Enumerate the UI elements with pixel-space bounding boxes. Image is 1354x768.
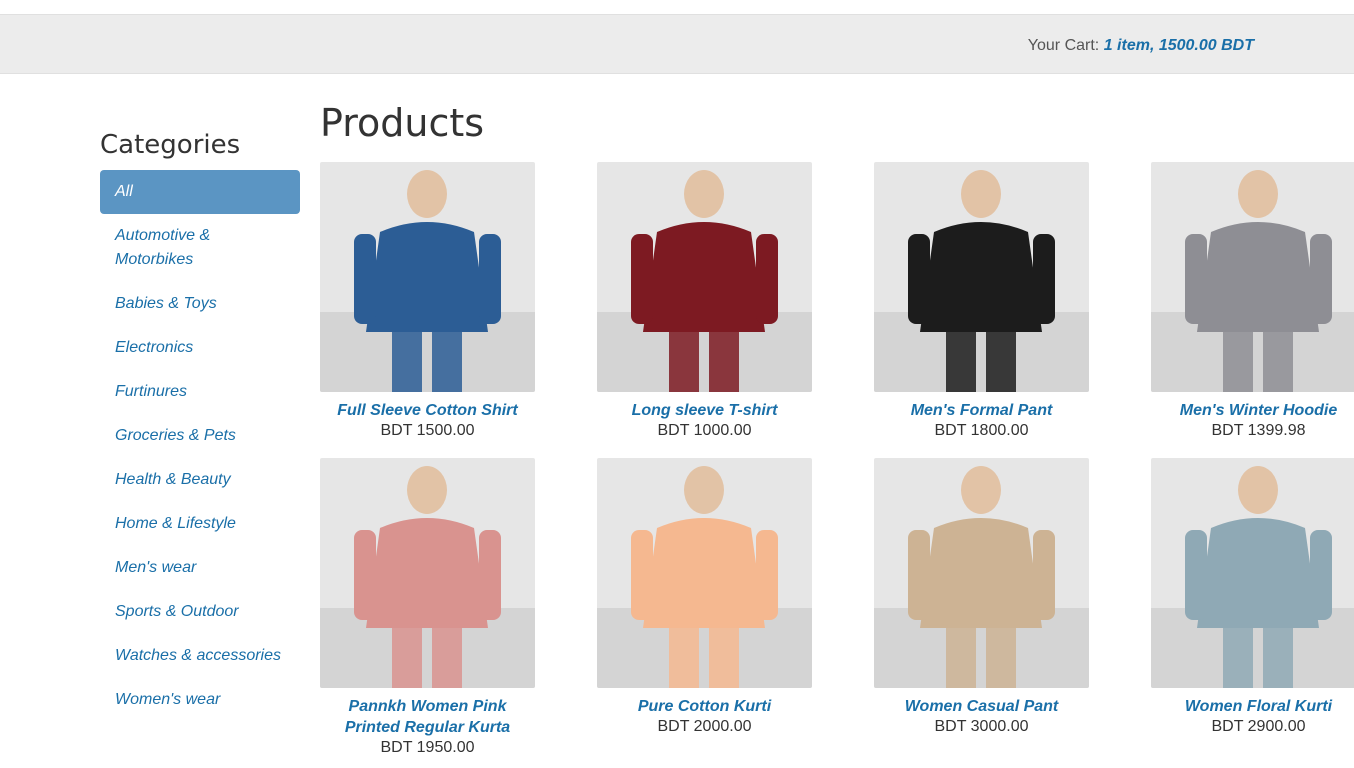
product-price: BDT 1399.98 (1211, 422, 1306, 439)
product-price: BDT 1800.00 (934, 422, 1029, 439)
product-card[interactable]: Men's Winter Hoodie BDT 1399.98 (1151, 162, 1354, 440)
cart-bar: Your Cart: 1 item, 1500.00 BDT (0, 14, 1354, 74)
product-image[interactable] (1151, 162, 1354, 392)
sidebar-item-men-s-wear[interactable]: Men's wear (100, 546, 300, 590)
product-card[interactable]: Women Floral Kurti BDT 2900.00 (1151, 458, 1354, 736)
product-image[interactable] (320, 162, 535, 392)
sidebar-item-electronics[interactable]: Electronics (100, 326, 300, 370)
sidebar-item-groceries-pets[interactable]: Groceries & Pets (100, 414, 300, 458)
product-name[interactable]: Full Sleeve Cotton Shirt (320, 400, 535, 421)
product-card[interactable]: Pannkh Women Pink Printed Regular Kurta B… (320, 458, 535, 757)
product-image[interactable] (874, 162, 1089, 392)
product-card[interactable]: Pure Cotton Kurti BDT 2000.00 (597, 458, 812, 736)
product-price: BDT 1500.00 (380, 422, 475, 439)
product-image[interactable] (597, 458, 812, 688)
product-name[interactable]: Women Floral Kurti (1151, 696, 1354, 717)
product-name[interactable]: Men's Formal Pant (874, 400, 1089, 421)
product-card[interactable]: Men's Formal Pant BDT 1800.00 (874, 162, 1089, 440)
cart-label: Your Cart: (1027, 37, 1100, 54)
product-card[interactable]: Women Casual Pant BDT 3000.00 (874, 458, 1089, 736)
product-price: BDT 2000.00 (657, 718, 752, 735)
product-name[interactable]: Women Casual Pant (874, 696, 1089, 717)
sidebar-item-sports-outdoor[interactable]: Sports & Outdoor (100, 590, 300, 634)
sidebar-item-health-beauty[interactable]: Health & Beauty (100, 458, 300, 502)
product-image[interactable] (597, 162, 812, 392)
product-price: BDT 2900.00 (1211, 718, 1306, 735)
cart-summary: Your Cart: 1 item, 1500.00 BDT (1028, 37, 1254, 55)
page-title: Products (320, 101, 485, 145)
product-name[interactable]: Pure Cotton Kurti (597, 696, 812, 717)
categories-sidebar: Categories All Automotive & Motorbikes Bab… (100, 128, 300, 722)
sidebar-item-home-lifestyle[interactable]: Home & Lifestyle (100, 502, 300, 546)
product-card[interactable]: Long sleeve T-shirt BDT 1000.00 (597, 162, 812, 440)
cart-link[interactable]: 1 item, 1500.00 BDT (1104, 37, 1254, 54)
product-name[interactable]: Pannkh Women Pink Printed Regular Kurta (320, 696, 535, 738)
product-price: BDT 1950.00 (380, 739, 475, 756)
sidebar-item-women-s-wear[interactable]: Women's wear (100, 678, 300, 722)
product-image[interactable] (1151, 458, 1354, 688)
sidebar-item-furtinures[interactable]: Furtinures (100, 370, 300, 414)
sidebar-item-watches-accessories[interactable]: Watches & accessories (100, 634, 300, 678)
category-list: All Automotive & Motorbikes Babies & Toys E… (100, 170, 300, 722)
sidebar-item-babies-toys[interactable]: Babies & Toys (100, 282, 300, 326)
product-image[interactable] (320, 458, 535, 688)
product-name[interactable]: Men's Winter Hoodie (1151, 400, 1354, 421)
categories-title: Categories (100, 130, 241, 160)
product-image[interactable] (874, 458, 1089, 688)
sidebar-item-automotive-motorbikes[interactable]: Automotive & Motorbikes (100, 214, 300, 282)
product-price: BDT 1000.00 (657, 422, 752, 439)
sidebar-item-all[interactable]: All (100, 170, 300, 214)
product-card[interactable]: Full Sleeve Cotton Shirt BDT 1500.00 (320, 162, 535, 440)
product-name[interactable]: Long sleeve T-shirt (597, 400, 812, 421)
product-price: BDT 3000.00 (934, 718, 1029, 735)
